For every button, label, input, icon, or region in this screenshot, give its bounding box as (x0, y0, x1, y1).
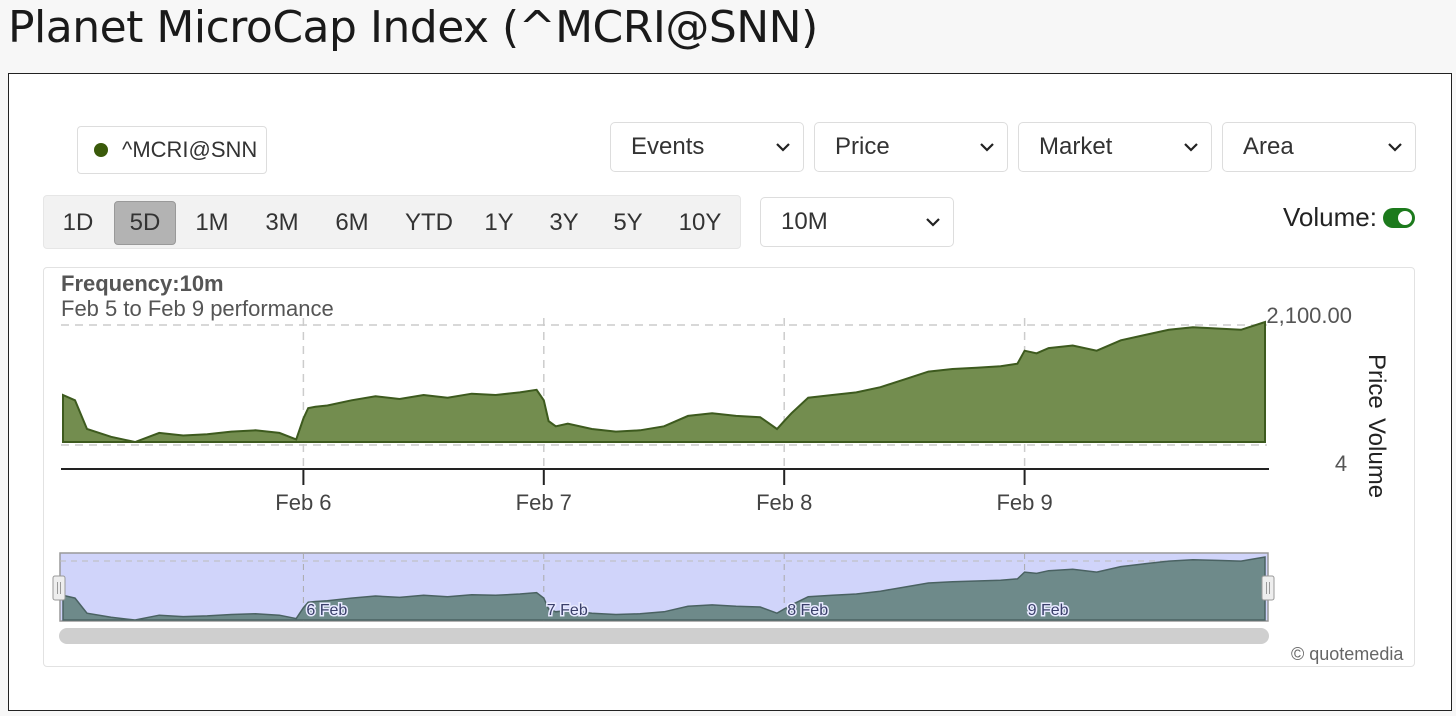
chart-widget: ^MCRI@SNN Events Price Market Area 1D 5D… (8, 73, 1452, 711)
price-area (62, 320, 1266, 444)
y-axis-label-volume: Volume (1363, 418, 1390, 498)
x-tick-label: Feb 7 (516, 490, 572, 515)
x-tick-label: Feb 9 (996, 490, 1052, 515)
x-tick-label: Feb 6 (275, 490, 331, 515)
credit-label: © quotemedia (1291, 644, 1404, 664)
navigator-label: 8 Feb (787, 602, 828, 619)
navigator-label: 6 Feb (306, 602, 347, 619)
navigator-handle-left[interactable] (52, 575, 66, 601)
y-axis-label-price: Price (1363, 354, 1390, 409)
navigator-label: 7 Feb (547, 602, 588, 619)
y-tick-label: 2,100.00 (1266, 303, 1352, 328)
navigator-handle-right[interactable] (1261, 575, 1275, 601)
navigator-label: 9 Feb (1028, 602, 1069, 619)
volume-tick-label: 4 (1335, 451, 1347, 476)
price-chart[interactable]: Feb 6 Feb 7 Feb 8 Feb 9 2,100.00 4 Price Vo… (9, 74, 1449, 674)
page-title: Planet MicroCap Index (^MCRI@SNN) (8, 2, 818, 53)
x-tick-label: Feb 8 (756, 490, 812, 515)
scrollbar[interactable] (59, 628, 1269, 644)
